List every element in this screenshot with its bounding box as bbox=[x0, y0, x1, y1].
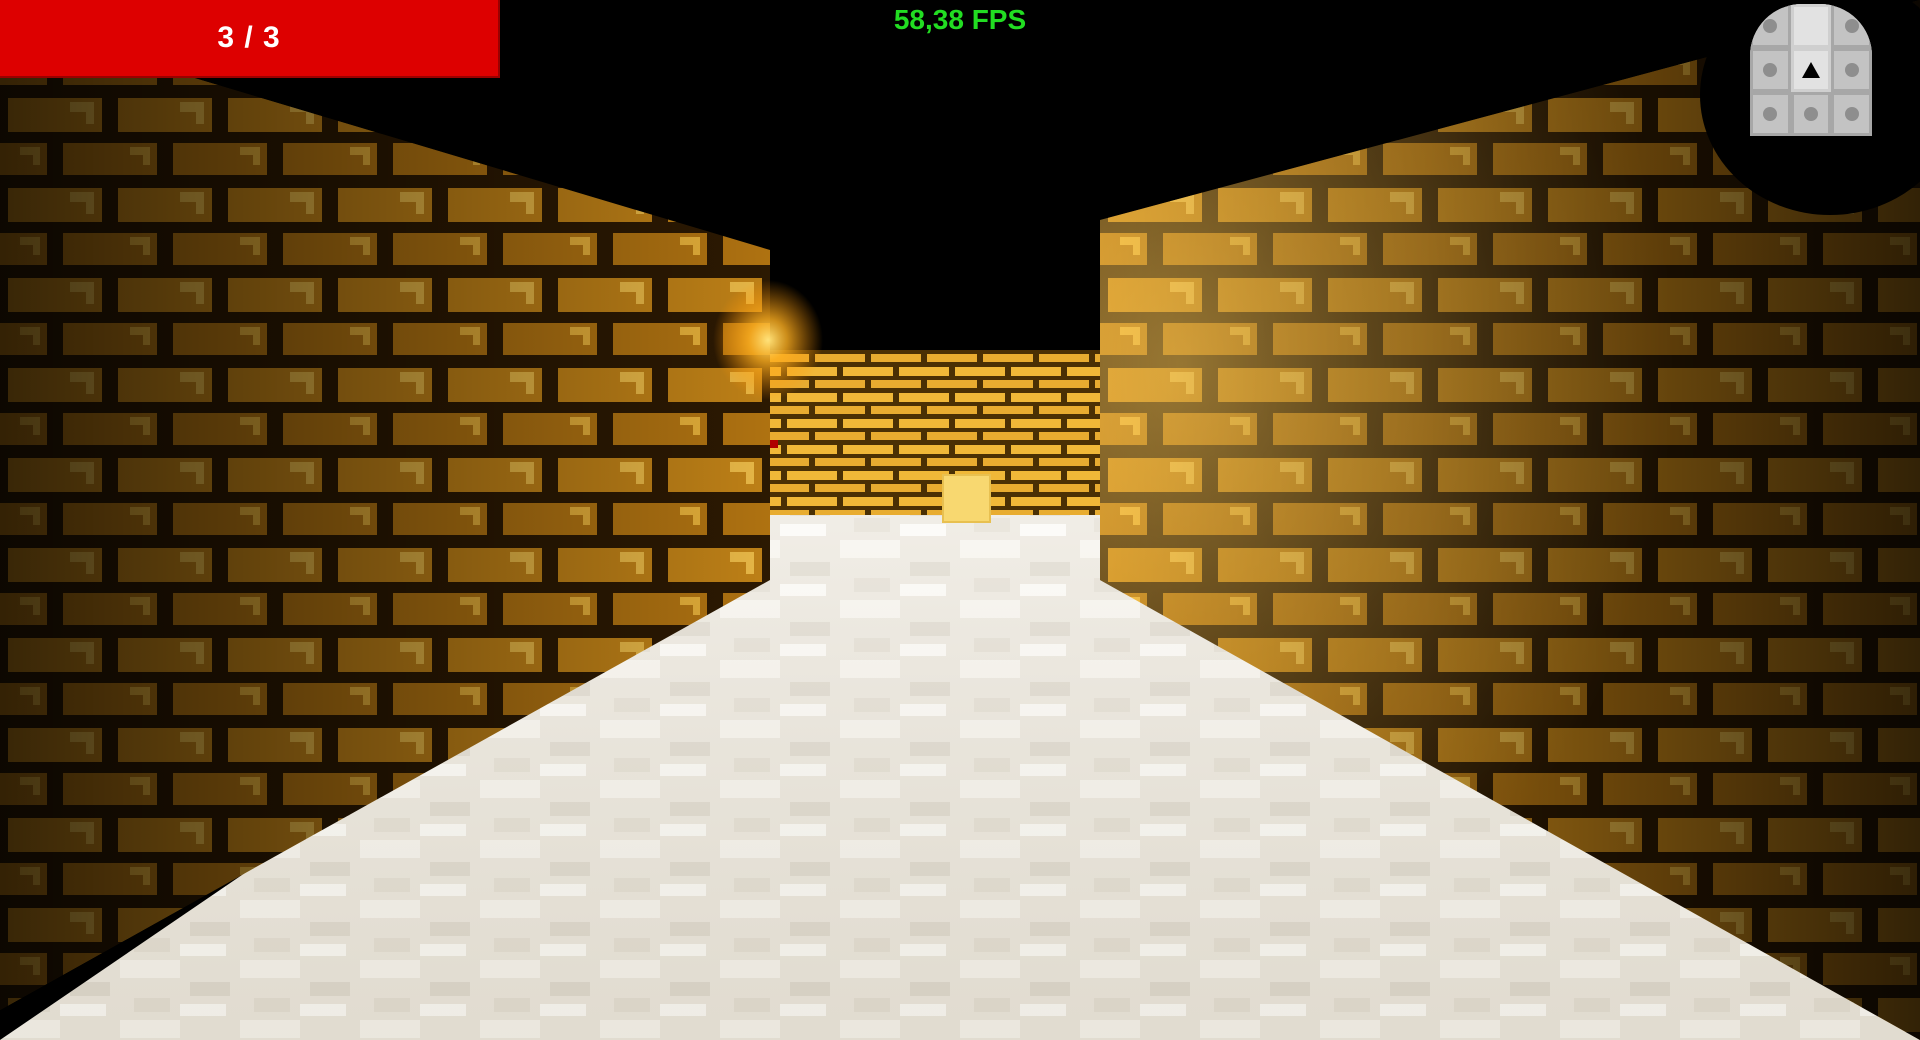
minimap-cell bbox=[1831, 4, 1872, 48]
back-wall bbox=[770, 350, 1100, 515]
gold-block bbox=[942, 474, 991, 523]
minimap-cell bbox=[1790, 48, 1832, 92]
minimap-grid bbox=[1750, 4, 1872, 136]
minimap-cell bbox=[1750, 4, 1791, 48]
minimap-cell bbox=[1790, 92, 1832, 136]
minimap-cell bbox=[1831, 92, 1872, 136]
minimap bbox=[1700, 0, 1920, 215]
health-text: 3 / 3 bbox=[217, 21, 281, 54]
game-viewport[interactable] bbox=[0, 0, 1920, 1040]
torch-flame bbox=[713, 280, 823, 400]
triangle-up-icon bbox=[1801, 62, 1820, 78]
minimap-cell bbox=[1750, 48, 1791, 92]
minimap-cell bbox=[1750, 92, 1791, 136]
minimap-cell bbox=[1790, 4, 1832, 48]
health-bar: 3 / 3 bbox=[0, 0, 500, 78]
minimap-cell bbox=[1831, 48, 1872, 92]
